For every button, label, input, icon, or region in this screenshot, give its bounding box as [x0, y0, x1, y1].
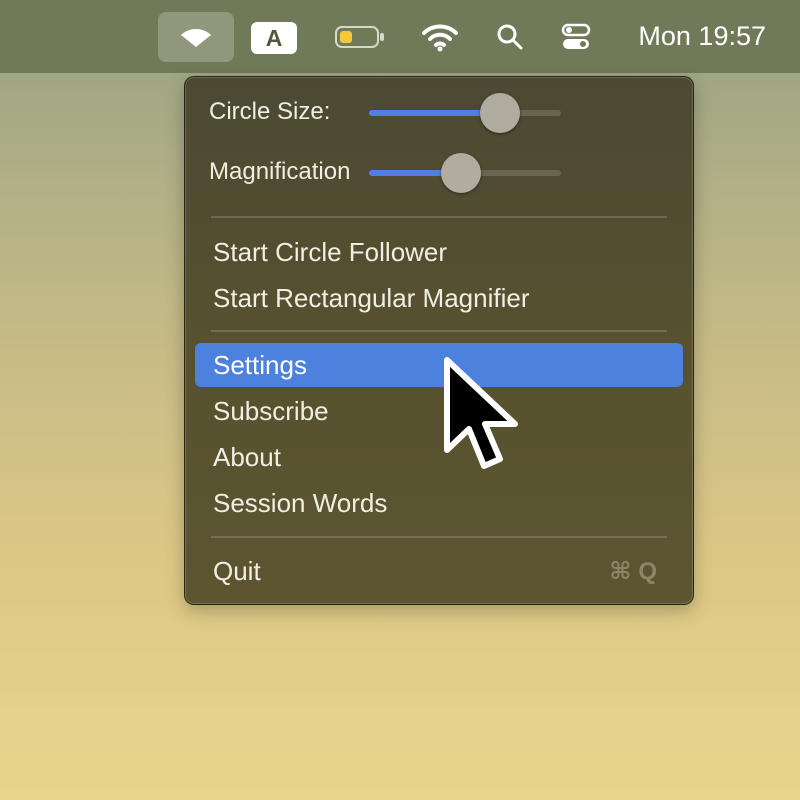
battery-level — [340, 30, 352, 43]
menu-item-start-circle-follower[interactable]: Start Circle Follower — [195, 230, 683, 274]
wifi-status-item[interactable] — [414, 0, 466, 73]
magnification-label: Magnification — [209, 158, 351, 185]
menu-item-label: Quit — [213, 555, 261, 586]
status-item-menu: Circle Size: Magnification Start Circle … — [184, 76, 694, 605]
menu-item-session-words[interactable]: Session Words — [195, 481, 683, 525]
menu-item-about[interactable]: About — [195, 435, 683, 479]
input-source-badge[interactable]: A — [251, 22, 297, 54]
battery-icon — [335, 25, 384, 48]
circle-size-slider-knob[interactable] — [479, 93, 520, 133]
wifi-icon — [422, 24, 458, 51]
wifi-eye-icon — [181, 28, 211, 47]
app-status-item[interactable] — [158, 0, 234, 73]
control-center-status-item[interactable] — [554, 0, 598, 73]
magnification-slider-knob[interactable] — [441, 153, 482, 193]
menu-item-start-rectangular-magnifier[interactable]: Start Rectangular Magnifier — [195, 276, 683, 320]
menu-separator — [211, 216, 667, 218]
input-source-letter: A — [265, 24, 283, 51]
menu-item-label: Subscribe — [213, 395, 329, 426]
menu-item-settings[interactable]: Settings — [195, 343, 683, 387]
menu-item-label: Session Words — [213, 487, 388, 518]
circle-size-label: Circle Size: — [209, 98, 331, 125]
menu-bar-clock[interactable]: Mon 19:57 — [638, 0, 766, 73]
quit-shortcut: ⌘ Q — [609, 557, 657, 585]
menu-item-label: About — [213, 441, 281, 472]
control-center-icon — [561, 23, 591, 49]
search-icon — [497, 24, 523, 49]
menu-bar: A Mon 19:57 — [0, 0, 800, 73]
menu-item-subscribe[interactable]: Subscribe — [195, 389, 683, 433]
battery-status-item[interactable] — [332, 0, 388, 73]
menu-separator — [211, 536, 667, 538]
menu-item-quit[interactable]: Quit ⌘ Q — [195, 549, 683, 593]
circle-size-slider[interactable] — [369, 93, 561, 133]
menu-item-label: Start Circle Follower — [213, 236, 448, 267]
mouse-pointer-icon — [444, 357, 518, 469]
menu-separator — [211, 330, 667, 332]
magnification-slider[interactable] — [369, 153, 561, 193]
menu-item-label: Settings — [213, 349, 307, 380]
menu-item-label: Start Rectangular Magnifier — [213, 282, 530, 313]
spotlight-status-item[interactable] — [488, 0, 532, 73]
